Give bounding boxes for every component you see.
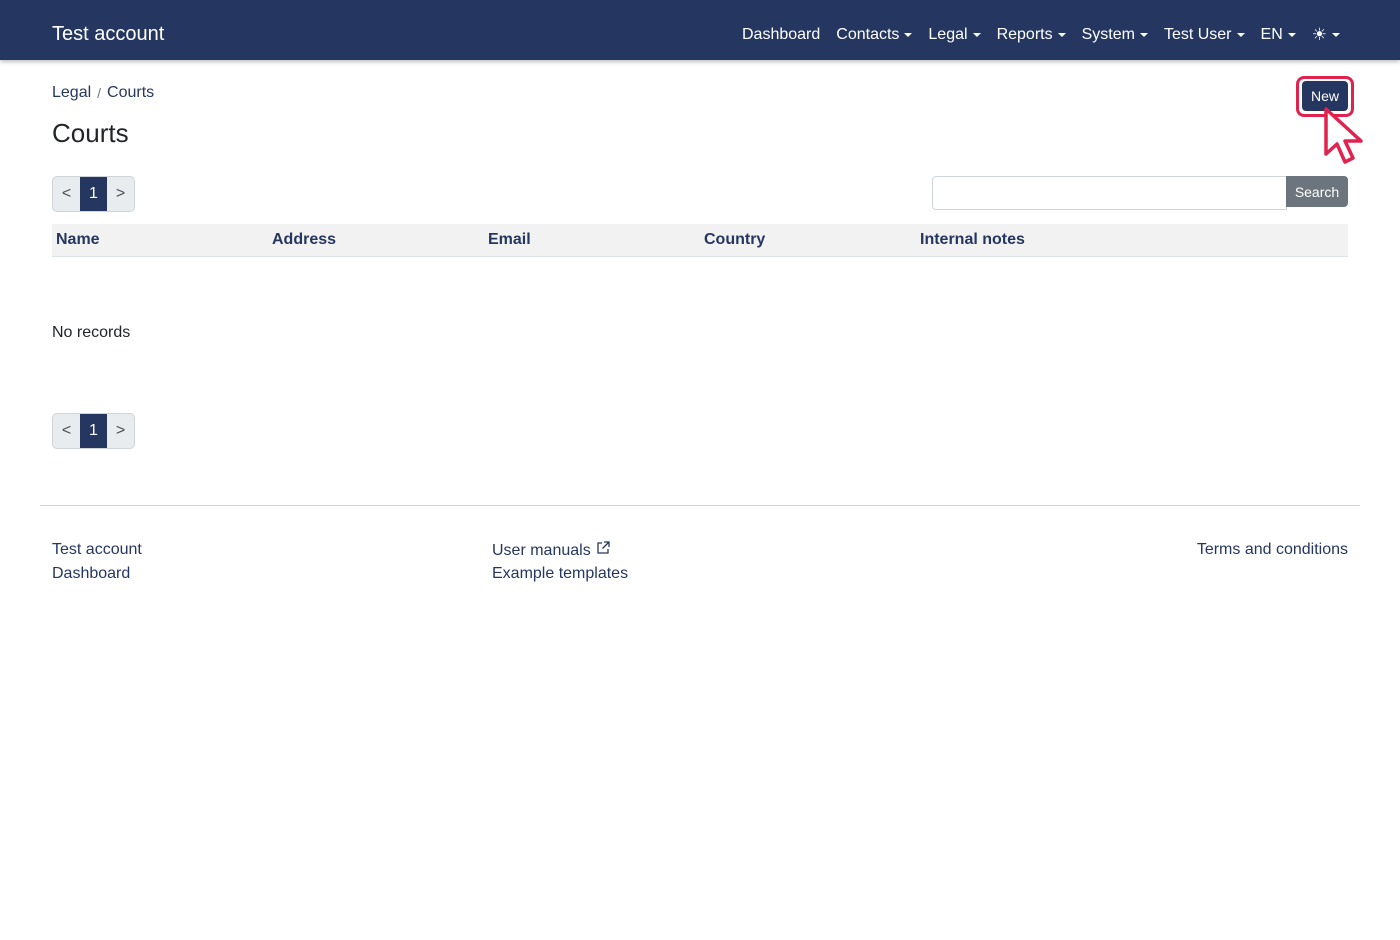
caret-down-icon [904, 33, 913, 37]
column-header-email[interactable]: Email [488, 231, 531, 249]
search-input[interactable] [932, 176, 1287, 210]
nav-system-label: System [1081, 26, 1135, 43]
nav-dashboard-label: Dashboard [741, 26, 821, 43]
empty-state-text: No records [52, 324, 131, 341]
column-header-name[interactable]: Name [56, 231, 100, 249]
nav-language-dropdown[interactable]: EN [1261, 24, 1296, 46]
nav-contacts-label: Contacts [836, 26, 900, 43]
brand-link[interactable]: Test account [52, 21, 164, 47]
column-header-address[interactable]: Address [272, 231, 336, 249]
nav-dashboard[interactable]: Dashboard [742, 24, 820, 46]
column-header-country[interactable]: Country [704, 231, 765, 249]
breadcrumb-legal-link[interactable]: Legal [52, 83, 91, 103]
footer-link-example-templates[interactable]: Example templates [492, 564, 628, 584]
caret-down-icon [1139, 33, 1148, 37]
nav-legal-dropdown[interactable]: Legal [928, 24, 981, 46]
footer-link-test-account[interactable]: Test account [52, 540, 142, 560]
footer-link-user-manuals-label: User manuals [492, 542, 591, 559]
pagination-next-button[interactable]: > [107, 177, 134, 211]
pagination-prev-button[interactable]: < [53, 177, 80, 211]
external-link-icon [597, 541, 610, 554]
sun-icon: ☀ [1311, 25, 1327, 44]
page-title: Courts [52, 118, 129, 148]
footer-divider [40, 505, 1360, 506]
pagination-top: < 1 > [52, 176, 135, 212]
nav-system-dropdown[interactable]: System [1082, 24, 1148, 46]
main-nav: Dashboard Contacts Legal Reports System … [742, 24, 1340, 46]
pagination-page-button[interactable]: 1 [80, 177, 107, 211]
nav-reports-dropdown[interactable]: Reports [997, 24, 1066, 46]
nav-reports-label: Reports [996, 26, 1053, 43]
caret-down-icon [1236, 33, 1245, 37]
caret-down-icon [1332, 33, 1340, 37]
nav-contacts-dropdown[interactable]: Contacts [836, 24, 913, 46]
breadcrumb-separator: / [97, 85, 102, 101]
table-header: Name Address Email Country Internal note… [52, 224, 1348, 257]
search-button[interactable]: Search [1286, 176, 1348, 207]
pagination-prev-button[interactable]: < [53, 414, 80, 448]
nav-user-label: Test User [1163, 26, 1232, 43]
nav-user-dropdown[interactable]: Test User [1164, 24, 1245, 46]
footer-link-terms[interactable]: Terms and conditions [1197, 540, 1348, 560]
footer-link-user-manuals[interactable]: User manuals [492, 540, 611, 561]
caret-down-icon [1287, 33, 1296, 37]
caret-down-icon [1057, 33, 1066, 37]
caret-down-icon [972, 33, 981, 37]
footer-link-dashboard[interactable]: Dashboard [52, 564, 130, 584]
breadcrumb-current: Courts [107, 84, 155, 101]
column-header-internal-notes[interactable]: Internal notes [920, 231, 1025, 249]
top-navbar: Test account Dashboard Contacts Legal Re… [0, 0, 1400, 60]
theme-toggle-dropdown[interactable]: ☀ [1312, 24, 1340, 46]
pagination-bottom: < 1 > [52, 413, 135, 449]
pagination-page-button[interactable]: 1 [80, 414, 107, 448]
mouse-pointer-icon [1324, 107, 1363, 164]
pagination-next-button[interactable]: > [107, 414, 134, 448]
breadcrumb: Legal / Courts [52, 83, 154, 103]
nav-language-label: EN [1260, 26, 1283, 43]
nav-legal-label: Legal [928, 26, 968, 43]
